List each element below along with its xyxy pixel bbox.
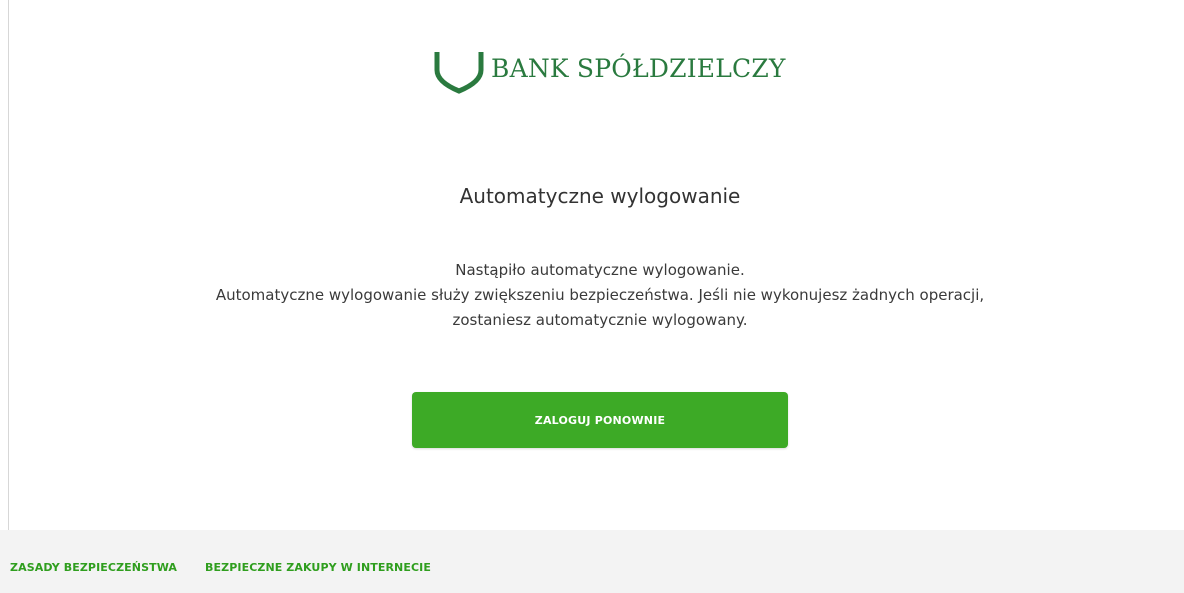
security-rules-link[interactable]: ZASADY BEZPIECZEŃSTWA xyxy=(10,561,177,574)
message-line: zostaniesz automatycznie wylogowany. xyxy=(452,311,748,329)
header: BANK SPÓŁDZIELCZY xyxy=(0,0,1184,160)
footer-links: ZASADY BEZPIECZEŃSTWA BEZPIECZNE ZAKUPY … xyxy=(10,561,431,574)
bank-name: BANK SPÓŁDZIELCZY xyxy=(491,53,786,83)
login-again-button[interactable]: ZALOGUJ PONOWNIE xyxy=(412,392,788,448)
message-line: Automatyczne wylogowanie służy zwiększen… xyxy=(215,286,985,304)
shield-icon xyxy=(432,48,486,94)
logout-message: Nastąpiło automatyczne wylogowanie. Auto… xyxy=(0,258,1184,333)
message-line: Nastąpiło automatyczne wylogowanie. xyxy=(455,261,745,279)
safe-shopping-link[interactable]: BEZPIECZNE ZAKUPY W INTERNECIE xyxy=(205,561,431,574)
footer: ZASADY BEZPIECZEŃSTWA BEZPIECZNE ZAKUPY … xyxy=(0,530,1184,593)
page-title: Automatyczne wylogowanie xyxy=(459,184,741,208)
page: BANK SPÓŁDZIELCZY Automatyczne wylogowan… xyxy=(0,0,1184,593)
bank-logo[interactable]: BANK SPÓŁDZIELCZY xyxy=(432,48,786,94)
